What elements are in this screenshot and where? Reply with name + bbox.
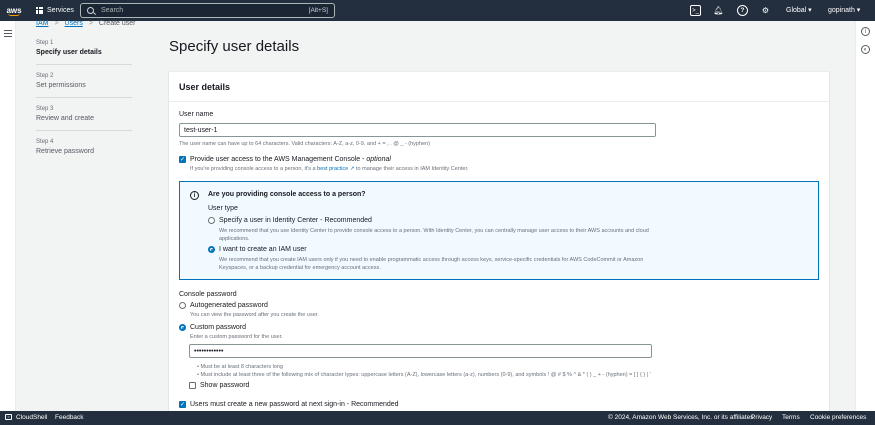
services-menu-button[interactable]: Services: [36, 7, 74, 14]
console-access-hint-post: to manage their access in IAM Identity C…: [354, 166, 469, 172]
password-rule-2-text: Must include at least three of the follo…: [200, 372, 651, 378]
must-create-password-checkbox[interactable]: ✓: [179, 401, 186, 408]
wizard-step-2: Step 2 Set permissions: [36, 73, 132, 98]
iam-user-description: We recommend that you create IAM users o…: [219, 257, 644, 271]
services-label: Services: [47, 7, 74, 14]
info-panel-icon[interactable]: i: [861, 27, 870, 36]
step-number: Step 2: [36, 73, 54, 79]
cloudshell-label: CloudShell: [16, 414, 48, 421]
show-password-row[interactable]: Show password: [189, 382, 249, 389]
breadcrumb-users-link[interactable]: Users: [65, 20, 83, 27]
console-password-label: Console password: [179, 291, 237, 298]
feedback-link[interactable]: Feedback: [55, 414, 84, 421]
search-icon: [87, 7, 94, 14]
help-icon[interactable]: ?: [737, 5, 748, 16]
terms-link[interactable]: Terms: [782, 414, 800, 421]
info-icon: i: [190, 191, 199, 200]
iam-user-radio[interactable]: [208, 246, 215, 253]
page-title: Specify user details: [169, 38, 300, 55]
search-input[interactable]: Search [Alt+S]: [80, 3, 335, 18]
show-password-checkbox[interactable]: [189, 382, 196, 389]
step-number: Step 3: [36, 106, 54, 112]
wizard-step-3: Step 3 Review and create: [36, 106, 132, 131]
step-name: Retrieve password: [36, 148, 94, 155]
show-password-label: Show password: [200, 382, 250, 389]
breadcrumb-separator: >: [88, 20, 93, 27]
step-number: Step 1: [36, 40, 54, 46]
autogenerated-radio[interactable]: [179, 302, 186, 309]
wizard-step-4: Step 4 Retrieve password: [36, 139, 132, 163]
username-label: User name: [179, 111, 214, 118]
breadcrumb-iam-link[interactable]: IAM: [36, 20, 48, 27]
privacy-link[interactable]: Privacy: [751, 414, 772, 421]
identity-center-option[interactable]: Specify a user in Identity Center - Reco…: [208, 217, 372, 224]
custom-password-hint: Enter a custom password for the user.: [190, 334, 283, 340]
services-grid-icon: [36, 7, 43, 14]
must-create-password-label: Users must create a new password at next…: [190, 401, 399, 408]
aws-logo[interactable]: aws: [0, 0, 28, 21]
step-name: Review and create: [36, 115, 94, 122]
console-access-optional: optional: [366, 156, 391, 163]
breadcrumb-current: Create user: [98, 20, 136, 27]
step-name: Specify user details: [36, 49, 102, 56]
iam-user-label: I want to create an IAM user: [219, 246, 307, 253]
identity-center-label: Specify a user in Identity Center - Reco…: [219, 217, 372, 224]
cookie-preferences-link[interactable]: Cookie preferences: [810, 414, 866, 421]
custom-password-input[interactable]: ••••••••••••: [189, 344, 652, 358]
console-access-hint: If you're providing console access to a …: [190, 166, 469, 172]
identity-center-description: We recommend that you use Identity Cente…: [219, 228, 649, 242]
username-hint: The user name can have up to 64 characte…: [179, 141, 430, 147]
custom-password-label: Custom password: [190, 324, 247, 331]
wizard-step-1: Step 1 Specify user details: [36, 40, 132, 65]
top-navigation-bar: aws Services Search [Alt+S] >_ 🔔︎ ? ⚙ Gl…: [0, 0, 875, 21]
custom-password-radio[interactable]: [179, 324, 186, 331]
copyright-text: © 2024, Amazon Web Services, Inc. or its…: [608, 414, 756, 421]
cloudshell-icon[interactable]: >_: [690, 5, 701, 16]
search-shortcut: [Alt+S]: [308, 7, 328, 14]
search-placeholder: Search: [101, 7, 124, 14]
autogenerated-label: Autogenerated password: [190, 302, 268, 309]
autogenerated-option[interactable]: Autogenerated password: [179, 302, 268, 309]
breadcrumb: IAM > Users > Create user: [36, 20, 136, 27]
step-number: Step 4: [36, 139, 54, 145]
identity-center-radio[interactable]: [208, 217, 215, 224]
cloudshell-small-icon: >: [5, 414, 12, 421]
hamburger-menu-icon[interactable]: [4, 30, 12, 39]
console-access-label: Provide user access to the AWS Managemen…: [190, 156, 367, 163]
username-input[interactable]: test-user-1: [179, 123, 656, 137]
console-access-info-box: i Are you providing console access to a …: [179, 181, 819, 280]
region-label: Global: [786, 7, 807, 14]
console-access-hint-pre: If you're providing console access to a …: [190, 166, 318, 172]
password-rule-1: • Must be at least 8 characters long: [197, 364, 284, 370]
info-box-title: Are you providing console access to a pe…: [208, 191, 366, 198]
account-username: gopinath: [828, 7, 855, 14]
custom-password-option[interactable]: Custom password: [179, 324, 246, 331]
account-menu[interactable]: gopinath ▾: [828, 6, 860, 14]
bottom-bar: > CloudShell Feedback © 2024, Amazon Web …: [0, 411, 875, 425]
console-access-checkbox[interactable]: ✓: [179, 156, 186, 163]
panel-header: User details: [169, 72, 829, 102]
password-rule-1-text: Must be at least 8 characters long: [200, 364, 284, 370]
region-selector[interactable]: Global ▾: [786, 6, 812, 14]
iam-user-option[interactable]: I want to create an IAM user: [208, 246, 307, 253]
notifications-bell-icon[interactable]: 🔔︎: [713, 5, 724, 16]
autogenerated-hint: You can view the password after you crea…: [190, 312, 319, 318]
console-access-checkbox-row[interactable]: ✓ Provide user access to the AWS Managem…: [179, 156, 391, 163]
left-navigation-strip: [0, 21, 16, 411]
cloudshell-button[interactable]: > CloudShell: [5, 414, 47, 421]
wizard-steps: Step 1 Specify user details Step 2 Set p…: [36, 40, 132, 171]
right-tools-strip: i ◐: [855, 21, 875, 411]
step-name: Set permissions: [36, 82, 86, 89]
settings-gear-icon[interactable]: ⚙: [760, 5, 771, 16]
best-practice-link[interactable]: best practice: [317, 166, 348, 172]
tutorials-icon[interactable]: ◐: [861, 45, 870, 54]
user-type-label: User type: [208, 205, 238, 212]
must-create-password-row[interactable]: ✓ Users must create a new password at ne…: [179, 401, 399, 408]
password-rule-2: • Must include at least three of the fol…: [197, 372, 651, 378]
username-value: test-user-1: [184, 126, 218, 134]
user-details-panel: User details User name test-user-1 The u…: [169, 71, 829, 416]
password-value: ••••••••••••: [194, 347, 224, 355]
breadcrumb-separator: >: [54, 20, 59, 27]
